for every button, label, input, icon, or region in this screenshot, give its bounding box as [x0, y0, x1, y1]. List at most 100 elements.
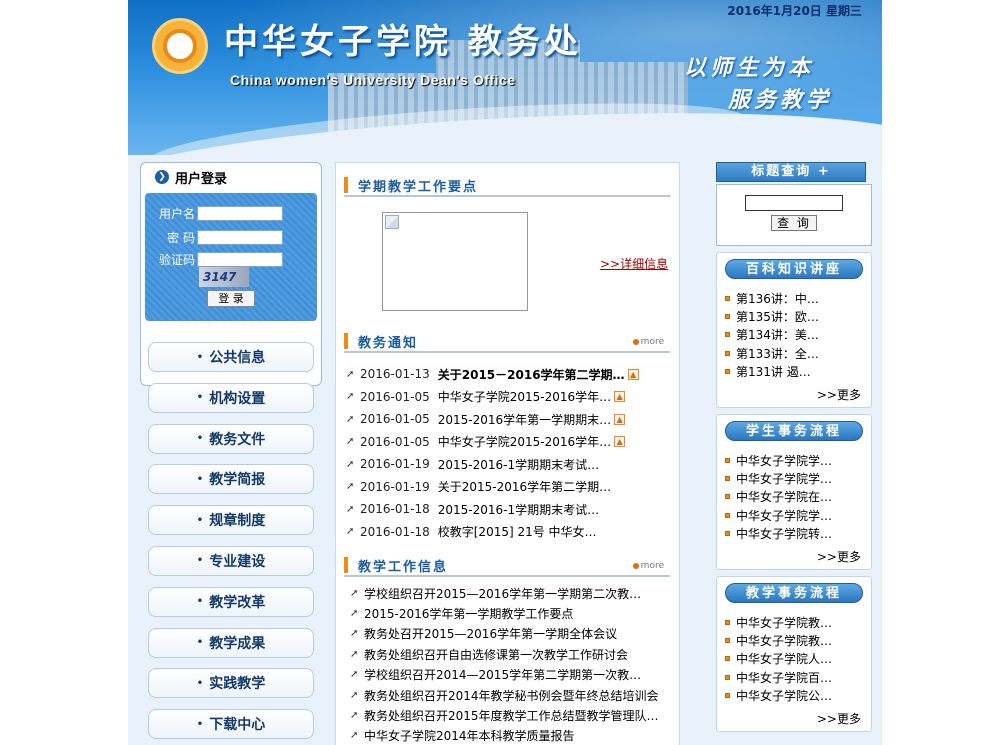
side-item-label[interactable]: 第131讲 遏…: [736, 363, 811, 380]
side-list-item[interactable]: 中华女子学院公…: [725, 687, 865, 705]
info-item[interactable]: ➚ 学校组织召开2014—2015学年第二学期第一次教…: [350, 665, 680, 685]
notice-title[interactable]: 校教字[2015] 21号 中华女…: [438, 523, 597, 540]
nav-documents[interactable]: • 教务文件: [148, 423, 314, 454]
side-item-label[interactable]: 中华女子学院人…: [736, 650, 832, 667]
notice-item[interactable]: ➚ 2016-01-05 中华女子学院2015-2016学年… ▲: [346, 431, 676, 454]
captcha-image[interactable]: 3147: [199, 267, 249, 287]
side-item-label[interactable]: 中华女子学院百…: [736, 669, 832, 686]
side-list-item[interactable]: 中华女子学院教…: [725, 631, 865, 649]
side-list-item[interactable]: 第134讲：美…: [725, 326, 865, 344]
nav-public-info[interactable]: • 公共信息: [148, 342, 314, 372]
info-item[interactable]: ➚ 学校组织召开2015—2016学年第一学期第二次教…: [350, 583, 680, 603]
info-item[interactable]: ➚ 教务处组织召开2014年教学秘书例会暨年终总结培训会: [350, 685, 680, 705]
username-input[interactable]: [197, 206, 283, 221]
nav-practice[interactable]: • 实践教学: [148, 668, 314, 699]
info-item[interactable]: ➚ 教务处组织召开2015年度教学工作总结暨教学管理队…: [350, 705, 680, 725]
nav-reform[interactable]: • 教学改革: [148, 586, 314, 617]
detail-link[interactable]: >>详细信息: [600, 255, 668, 272]
arrow-icon: ➚: [350, 710, 359, 722]
notice-item[interactable]: ➚ 2016-01-05 2015-2016学年第一学期期末… ▲: [346, 408, 676, 431]
info-title[interactable]: 教务处组织召开2014年教学秘书例会暨年终总结培训会: [364, 687, 659, 704]
side-item-label[interactable]: 中华女子学院在…: [736, 488, 832, 505]
notice-title[interactable]: 中华女子学院2015-2016学年…: [438, 388, 611, 405]
notice-title[interactable]: 关于2015－2016学年第二学期…: [438, 366, 625, 383]
side-item-label[interactable]: 第133讲：全…: [736, 345, 819, 362]
notice-item[interactable]: ➚ 2016-01-18 校教字[2015] 21号 中华女…: [346, 521, 676, 544]
nav-bulletin[interactable]: • 教学简报: [148, 464, 314, 495]
side-item-label[interactable]: 中华女子学院学…: [736, 507, 832, 524]
side-item-label[interactable]: 中华女子学院教…: [736, 614, 832, 631]
password-label: 密 码: [167, 231, 195, 245]
info-item[interactable]: ➚ 教务处召开2015—2016学年第一学期全体会议: [350, 624, 680, 644]
notice-title[interactable]: 2015-2016-1学期期末考试…: [438, 456, 599, 473]
nav-regulations[interactable]: • 规章制度: [148, 505, 314, 536]
more-link[interactable]: >>更多: [817, 548, 861, 565]
notice-item[interactable]: ➚ 2016-01-13 关于2015－2016学年第二学期… ▲: [346, 363, 676, 386]
more-link[interactable]: >>更多: [817, 710, 861, 727]
side-list-item[interactable]: 中华女子学院教…: [725, 613, 865, 631]
notice-item[interactable]: ➚ 2016-01-18 2015-2016-1学期期末考试…: [346, 498, 676, 521]
side-list-item[interactable]: 中华女子学院学…: [725, 506, 865, 524]
square-bullet-icon: [725, 350, 730, 356]
notice-date: 2016-01-05: [360, 434, 430, 449]
notice-title[interactable]: 中华女子学院2015-2016学年…: [438, 433, 611, 450]
notice-title[interactable]: 2015-2016学年第一学期期末…: [438, 411, 611, 428]
password-input[interactable]: [197, 230, 283, 245]
nav-organization[interactable]: • 机构设置: [148, 382, 314, 413]
student-affairs-box: 学生事务流程 中华女子学院学… 中华女子学院学… 中华女子学院在… 中华女子学院学… 中…: [716, 414, 872, 570]
title-search-header: 标题查询 +: [716, 162, 866, 182]
arrow-icon: ➚: [346, 391, 355, 403]
arrow-icon: ➚: [346, 413, 355, 425]
side-list-item[interactable]: 中华女子学院学…: [725, 469, 865, 487]
captcha-label: 验证码: [158, 253, 195, 267]
search-button[interactable]: 查 询: [771, 215, 817, 231]
broken-image-icon: [385, 215, 399, 229]
side-item-label[interactable]: 中华女子学院学…: [736, 470, 832, 487]
notice-item[interactable]: ➚ 2016-01-19 2015-2016-1学期期末考试…: [346, 453, 676, 476]
side-item-label[interactable]: 第136讲：中…: [736, 290, 819, 307]
login-button[interactable]: 登 录: [207, 290, 255, 307]
search-input[interactable]: [745, 195, 843, 211]
side-item-label[interactable]: 中华女子学院公…: [736, 687, 832, 704]
login-header: ❯ 用户登录: [141, 163, 321, 191]
notice-item[interactable]: ➚ 2016-01-19 关于2015-2016学年第二学期…: [346, 476, 676, 499]
notice-title[interactable]: 关于2015-2016学年第二学期…: [438, 478, 611, 495]
more-link[interactable]: more: [632, 337, 664, 347]
side-list-item[interactable]: 中华女子学院在…: [725, 488, 865, 506]
info-item[interactable]: ➚ 中华女子学院2014年本科教学质量报告: [350, 726, 680, 745]
semester-image[interactable]: [382, 212, 528, 311]
info-title[interactable]: 学校组织召开2015—2016学年第一学期第二次教…: [364, 585, 641, 602]
side-item-label[interactable]: 中华女子学院学…: [736, 452, 832, 469]
side-list-item[interactable]: 中华女子学院转…: [725, 525, 865, 543]
info-title[interactable]: 学校组织召开2014—2015学年第二学期第一次教…: [364, 666, 641, 683]
side-list-item[interactable]: 中华女子学院百…: [725, 668, 865, 686]
side-list-item[interactable]: 第135讲：欧…: [725, 307, 865, 325]
info-title[interactable]: 2015-2016学年第一学期教学工作要点: [364, 605, 573, 622]
side-list-item[interactable]: 第133讲：全…: [725, 344, 865, 362]
side-item-label[interactable]: 中华女子学院教…: [736, 632, 832, 649]
square-bullet-icon: [725, 295, 730, 301]
nav-downloads[interactable]: • 下载中心: [148, 709, 314, 740]
new-badge-icon: ▲: [614, 391, 626, 403]
more-link[interactable]: >>更多: [817, 386, 861, 403]
info-title[interactable]: 中华女子学院2014年本科教学质量报告: [364, 727, 575, 744]
info-title[interactable]: 教务处组织召开2015年度教学工作总结暨教学管理队…: [364, 707, 659, 724]
info-item[interactable]: ➚ 教务处组织召开自由选修课第一次教学工作研讨会: [350, 644, 680, 664]
captcha-input[interactable]: [197, 252, 283, 267]
more-link[interactable]: more: [632, 561, 664, 571]
side-item-label[interactable]: 第135讲：欧…: [736, 308, 819, 325]
side-item-label[interactable]: 中华女子学院转…: [736, 525, 832, 542]
side-list-item[interactable]: 中华女子学院人…: [725, 650, 865, 668]
arrow-icon: ➚: [346, 481, 355, 493]
side-item-label[interactable]: 第134讲：美…: [736, 326, 819, 343]
side-list-item[interactable]: 中华女子学院学…: [725, 451, 865, 469]
side-list-item[interactable]: 第131讲 遏…: [725, 363, 865, 381]
side-list-item[interactable]: 第136讲：中…: [725, 289, 865, 307]
nav-achievements[interactable]: • 教学成果: [148, 627, 314, 658]
nav-majors[interactable]: • 专业建设: [148, 545, 314, 576]
notice-title[interactable]: 2015-2016-1学期期末考试…: [438, 501, 599, 518]
notice-item[interactable]: ➚ 2016-01-05 中华女子学院2015-2016学年… ▲: [346, 386, 676, 409]
info-item[interactable]: ➚ 2015-2016学年第一学期教学工作要点: [350, 603, 680, 623]
info-title[interactable]: 教务处组织召开自由选修课第一次教学工作研讨会: [364, 646, 628, 663]
info-title[interactable]: 教务处召开2015—2016学年第一学期全体会议: [364, 625, 617, 642]
